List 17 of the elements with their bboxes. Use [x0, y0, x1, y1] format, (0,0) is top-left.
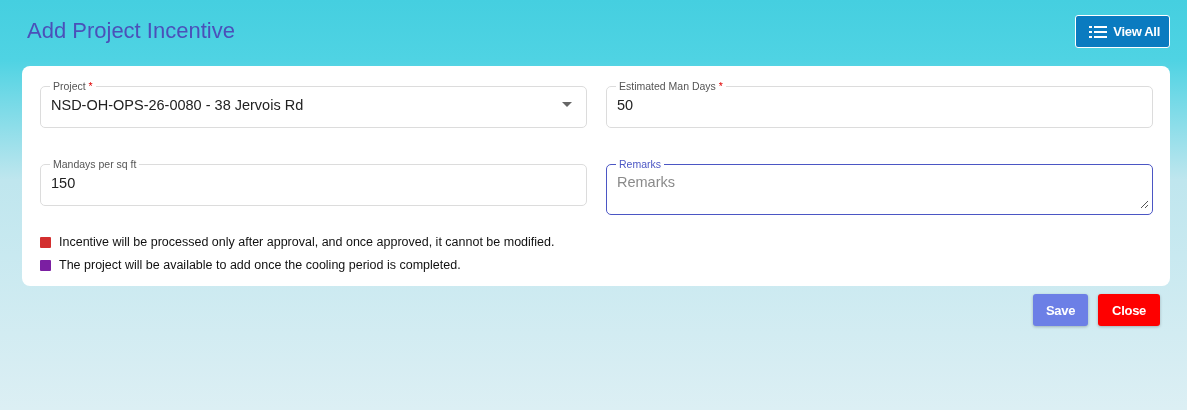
resize-grip-icon[interactable] [1140, 200, 1148, 208]
save-button[interactable]: Save [1032, 294, 1089, 326]
input-field[interactable]: Estimated Man Days * 50 [606, 80, 1153, 128]
field-value: 150 [51, 174, 77, 193]
note-text: Incentive will be processed only after approval, and once approved, it cannot be modified. [59, 235, 555, 249]
field-value: 50 [617, 96, 635, 115]
note-text: The project will be available to add once the cooling period is completed. [59, 258, 461, 272]
field-placeholder: Remarks [617, 173, 676, 192]
list-icon [1089, 25, 1108, 38]
field-value: NSD-OH-OPS-26-0080 - 38 Jervois Rd [51, 96, 305, 115]
project-select[interactable]: Project * NSD-OH-OPS-26-0080 - 38 Jervois Rd [40, 80, 587, 128]
close-button[interactable]: Close [1098, 294, 1160, 326]
page-title: Add Project Incentive [27, 18, 235, 44]
remarks-textarea[interactable]: Remarks Remarks [606, 158, 1153, 215]
dropdown-caret-icon [562, 102, 572, 107]
view-all-button[interactable]: View All [1075, 15, 1170, 48]
input-field[interactable]: Mandays per sq ft 150 [40, 158, 587, 206]
